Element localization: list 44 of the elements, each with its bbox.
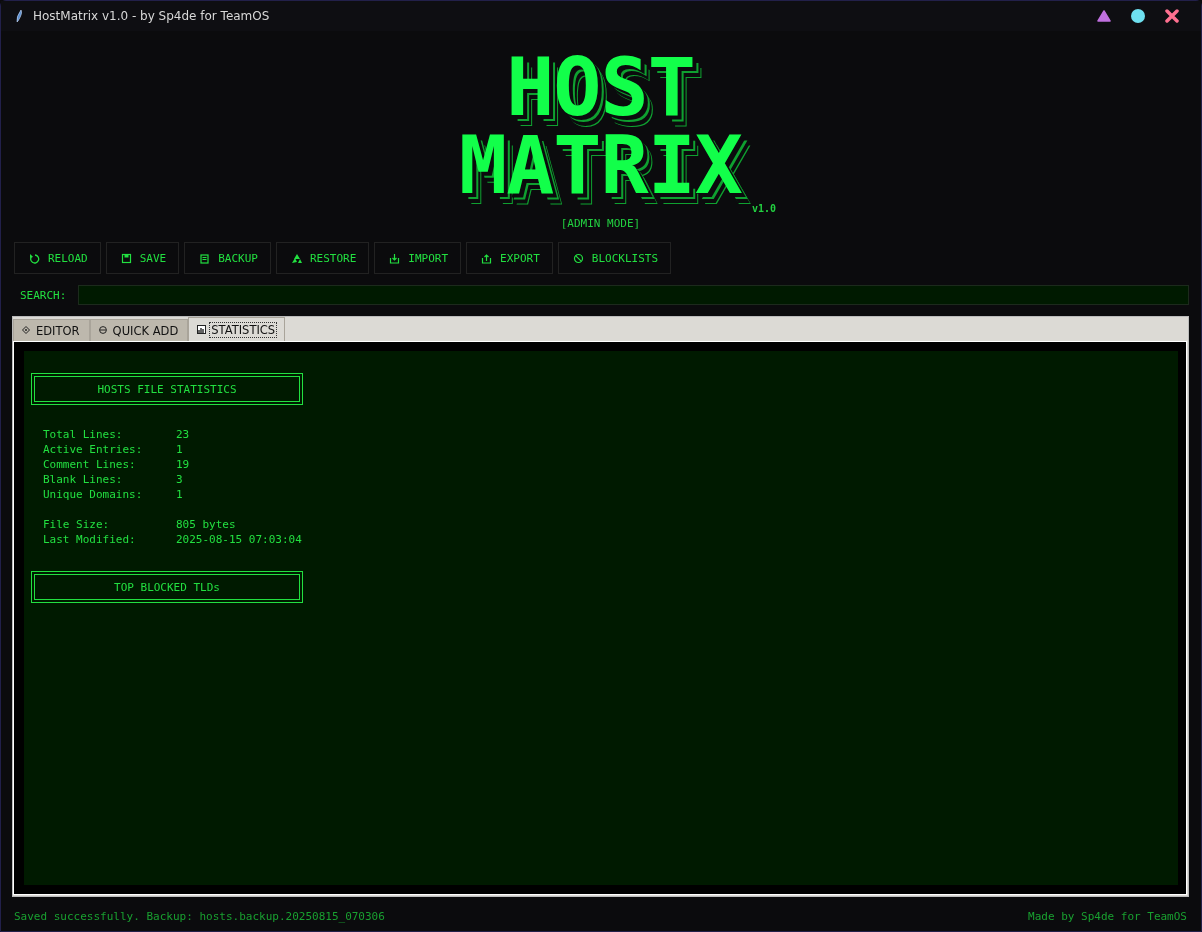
- clipboard-icon: [199, 252, 211, 264]
- search-label: SEARCH:: [20, 288, 67, 302]
- toolbar-button[interactable]: RELOAD: [14, 242, 101, 274]
- stat-value: 19: [176, 457, 190, 472]
- stat-label: Total Lines:: [43, 427, 124, 442]
- toolbar-button[interactable]: BLOCKLISTS: [557, 242, 672, 274]
- close-icon: [1165, 9, 1179, 23]
- status-message: Saved successfully. Backup: hosts.backup.20250815_070306: [14, 910, 385, 923]
- section-heading: TOP BLOCKED TLDs: [31, 571, 303, 603]
- bar-chart-icon: [197, 325, 207, 334]
- tab[interactable]: EDITOR: [13, 319, 90, 341]
- credit-text: Made by Sp4de for TeamOS: [1028, 910, 1187, 923]
- minimize-triangle-icon: [1097, 10, 1111, 22]
- toolbar-button[interactable]: BACKUP: [184, 242, 271, 274]
- diamond-icon: [22, 326, 31, 335]
- tab[interactable]: STATISTICS: [188, 317, 286, 341]
- reload-icon: [29, 252, 40, 264]
- toolbar-button[interactable]: IMPORT: [374, 242, 462, 274]
- maximize-circle-icon: [1131, 9, 1145, 23]
- toolbar-button[interactable]: EXPORT: [466, 242, 553, 274]
- search-field[interactable]: [78, 285, 1189, 305]
- window-title: HostMatrix v1.0 - by Sp4de for TeamOS: [33, 9, 270, 23]
- stat-label: Blank Lines:: [43, 472, 124, 487]
- stat-label: Active Entries:: [43, 442, 144, 457]
- stat-label: File Size:: [43, 517, 111, 532]
- stat-value: 23: [176, 427, 190, 442]
- mode-label: [ADMIN MODE]: [560, 217, 641, 230]
- stat-label: Last Modified:: [43, 532, 137, 547]
- recycle-icon: [291, 252, 302, 264]
- upload-tray-icon: [481, 252, 493, 264]
- download-tray-icon: [389, 252, 401, 264]
- stat-label: Unique Domains:: [43, 487, 144, 502]
- toolbar-button[interactable]: SAVE: [105, 242, 180, 274]
- stat-value: 3: [176, 472, 183, 487]
- stat-value: 805 bytes: [176, 517, 236, 532]
- toolbar-button[interactable]: RESTORE: [276, 242, 370, 274]
- section-heading: HOSTS FILE STATISTICS: [31, 373, 303, 405]
- blocked-icon: [572, 252, 584, 264]
- stat-label: Comment Lines:: [43, 457, 137, 472]
- feather-icon: [15, 9, 23, 23]
- stat-value: 2025-08-15 07:03:04: [176, 532, 302, 547]
- tab[interactable]: QUICK ADD: [89, 319, 189, 341]
- stat-value: 1: [176, 442, 183, 457]
- stat-value: 1: [176, 487, 183, 502]
